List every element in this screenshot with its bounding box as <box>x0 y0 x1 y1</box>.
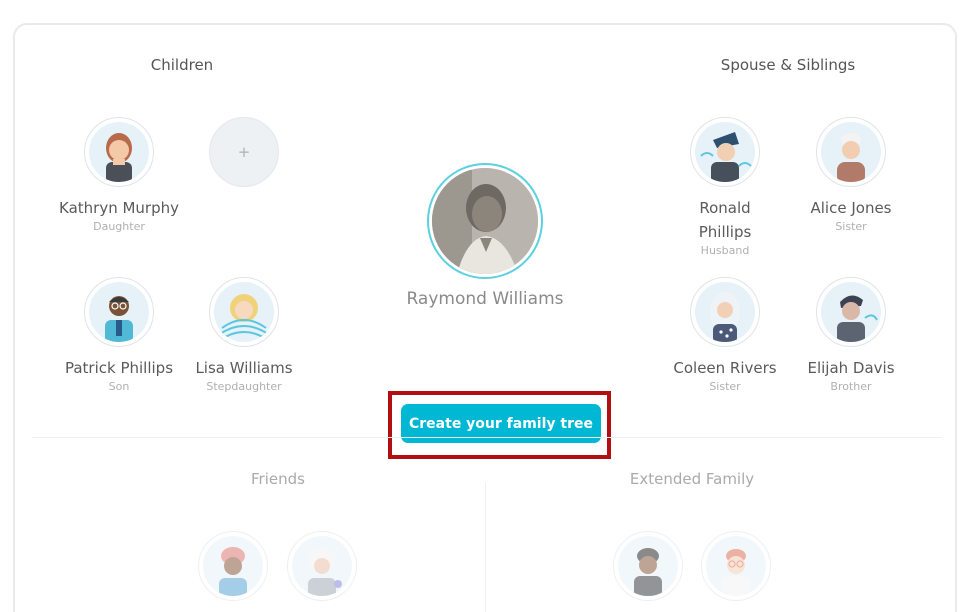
friend-avatar[interactable] <box>287 531 357 601</box>
woman-illustration-icon <box>308 548 342 596</box>
person-name: Lisa Williams <box>195 359 293 377</box>
person-name: Kathryn Murphy <box>59 199 179 217</box>
man-illustration-icon <box>634 548 662 596</box>
person-relation: Daughter <box>93 220 145 233</box>
avatar[interactable] <box>816 117 886 187</box>
column-divider <box>485 482 486 612</box>
woman-illustration-icon <box>837 133 865 182</box>
man-illustration-icon <box>700 132 752 182</box>
friend-avatar[interactable] <box>198 531 268 601</box>
woman-illustration-icon <box>219 294 269 341</box>
section-title-friends: Friends <box>251 470 305 488</box>
person-name: Alice Jones <box>810 199 892 217</box>
man-illustration-icon <box>722 549 750 596</box>
main-person-name: Raymond Williams <box>406 289 564 309</box>
plus-icon[interactable]: + <box>209 117 279 187</box>
person-name: Patrick Phillips <box>64 359 174 377</box>
avatar[interactable] <box>816 277 886 347</box>
avatar[interactable] <box>209 277 279 347</box>
person-card-lisa[interactable]: Lisa Williams Stepdaughter <box>184 277 304 394</box>
extended-family-avatar[interactable] <box>613 531 683 601</box>
person-relation: Stepdaughter <box>206 380 282 393</box>
person-card-patrick[interactable]: Patrick Phillips Son <box>59 277 179 394</box>
main-avatar[interactable] <box>427 163 543 279</box>
man-illustration-icon <box>837 295 878 342</box>
person-name: Elijah Davis <box>807 359 895 377</box>
person-card-elijah[interactable]: Elijah Davis Brother <box>791 277 911 394</box>
woman-illustration-icon <box>710 292 740 342</box>
person-card-kathryn[interactable]: Kathryn Murphy Daughter <box>59 117 179 234</box>
avatar[interactable] <box>84 117 154 187</box>
portrait-photo-icon <box>432 168 538 274</box>
person-card-coleen[interactable]: Coleen Rivers Sister <box>665 277 785 394</box>
main-person[interactable]: Raymond Williams <box>405 163 565 309</box>
section-divider <box>32 437 942 438</box>
person-relation: Sister <box>709 380 741 393</box>
avatar[interactable] <box>690 117 760 187</box>
person-relation: Husband <box>700 244 750 257</box>
section-title-spouse-siblings: Spouse & Siblings <box>720 56 856 74</box>
person-card-alice[interactable]: Alice Jones Sister <box>791 117 911 234</box>
person-name: Coleen Rivers <box>673 359 777 377</box>
person-relation: Brother <box>830 380 872 393</box>
person-card-ronald[interactable]: Ronald Phillips Husband <box>665 117 785 258</box>
woman-illustration-icon <box>219 547 247 596</box>
person-name: Ronald Phillips <box>698 199 752 241</box>
section-title-children: Children <box>150 56 214 74</box>
man-illustration-icon <box>105 296 133 342</box>
person-relation: Son <box>108 380 130 393</box>
section-title-extended-family: Extended Family <box>629 470 755 488</box>
woman-illustration-icon <box>106 133 132 182</box>
avatar[interactable] <box>690 277 760 347</box>
add-child-button[interactable]: + <box>209 117 279 187</box>
extended-family-avatar[interactable] <box>701 531 771 601</box>
person-relation: Sister <box>835 220 867 233</box>
avatar[interactable] <box>84 277 154 347</box>
